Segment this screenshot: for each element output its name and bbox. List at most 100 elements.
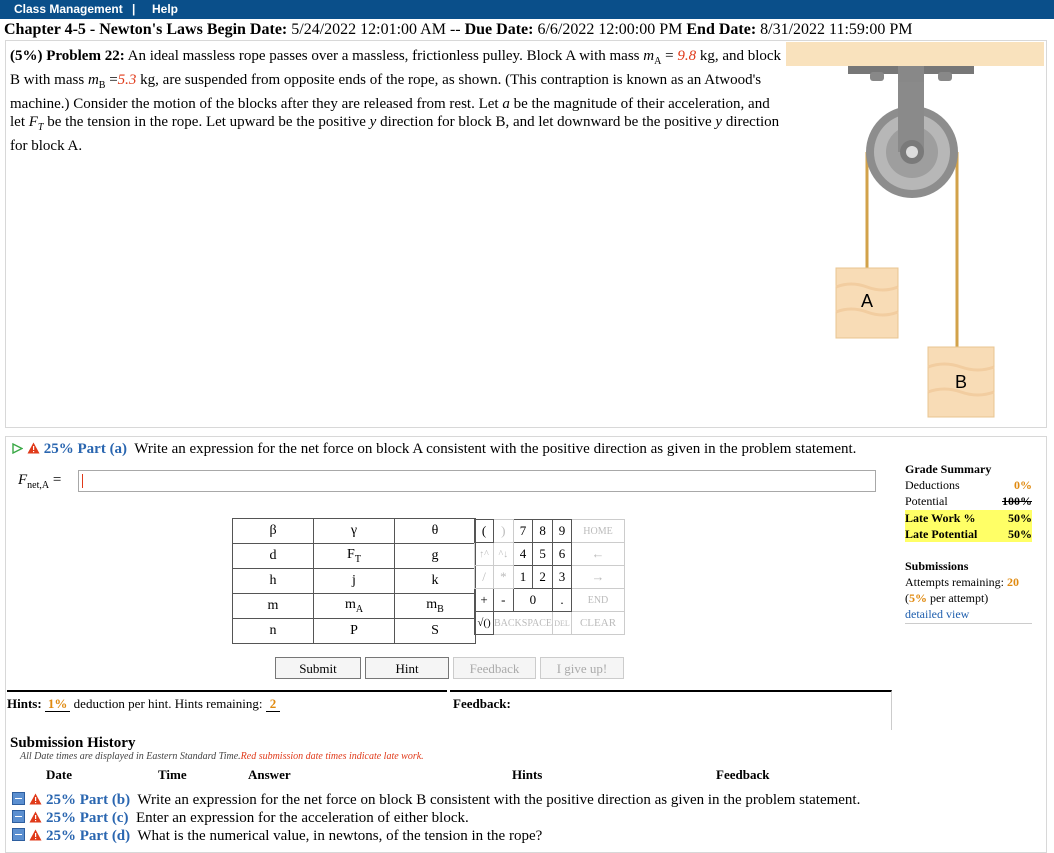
key-up[interactable]: ↑^ [474,542,494,566]
answer-label-sub: net,A [27,480,50,491]
part-d-header[interactable]: 25% Part (d) What is the numerical value… [12,827,542,845]
deductions-label: Deductions [905,478,960,492]
key-1[interactable]: 1 [512,565,534,589]
late-work-label: Late Work % [905,511,976,525]
date-separator: -- [449,21,461,38]
part-c-header[interactable]: 25% Part (c) Enter an expression for the… [12,809,469,827]
key-g[interactable]: g [394,543,476,569]
key-7[interactable]: 7 [512,519,534,543]
key-end[interactable]: END [571,588,625,612]
problem-statement: (5%) Problem 22: An ideal massless rope … [10,47,785,155]
key-5[interactable]: 5 [532,542,553,566]
end-date: 8/31/2022 11:59:00 PM [760,21,913,38]
key-right[interactable]: → [571,565,625,589]
key-ma-sub: A [355,603,364,615]
numeric-keypad: ( ) 7 8 9 HOME ↑^ ^↓ 4 5 6 ← / * 1 2 3 →… [474,519,625,635]
collapse-icon[interactable] [12,810,25,823]
key-updown[interactable]: ^↓ [493,542,514,566]
key-mb[interactable]: mB [394,593,476,619]
mass-b-value: 5.3 [117,72,137,88]
due-label: Due Date: [464,21,534,38]
key-d[interactable]: d [232,543,314,569]
key-theta[interactable]: θ [394,518,476,544]
class-management-link[interactable]: Class Management [14,2,123,16]
key-gamma[interactable]: γ [313,518,395,544]
hints-label: Hints: [7,696,42,711]
col-time: Time [158,767,187,782]
key-s[interactable]: S [394,618,476,644]
collapse-icon[interactable] [12,828,25,841]
key-beta[interactable]: β [232,518,314,544]
key-h[interactable]: h [232,568,314,594]
key-paren-close[interactable]: ) [493,519,514,543]
chapter-name: Chapter 4-5 - Newton's Laws [4,21,203,38]
key-slash[interactable]: / [474,565,494,589]
col-hints: Hints [512,767,543,782]
key-home[interactable]: HOME [571,519,625,543]
warning-icon [27,442,40,454]
problem-text-6: direction for block B, and let downward … [376,114,716,130]
key-3[interactable]: 3 [552,565,572,589]
key-4[interactable]: 4 [512,542,534,566]
nav-separator: | [132,2,136,16]
history-note-timezone: All Date times are displayed in Eastern … [20,751,241,762]
key-6[interactable]: 6 [552,542,572,566]
top-nav-bar: Class Management | Help [0,0,1054,19]
feedback-button[interactable]: Feedback [453,657,536,679]
col-date: Date [46,767,72,782]
key-k[interactable]: k [394,568,476,594]
key-plus[interactable]: + [474,588,494,612]
hint-button[interactable]: Hint [365,657,449,679]
help-link[interactable]: Help [152,2,178,16]
hints-text: deduction per hint. Hints remaining: [70,696,266,711]
part-b-percent: 25% Part (b) [46,792,131,808]
problem-text-1: An ideal massless rope passes over a mas… [127,48,644,64]
detailed-view-link[interactable]: detailed view [905,606,1032,624]
key-backspace[interactable]: BACKSPACE [493,611,553,635]
collapse-icon[interactable] [12,792,25,805]
hints-area: Hints: 1% deduction per hint. Hints rema… [7,690,447,712]
key-j[interactable]: j [313,568,395,594]
key-9[interactable]: 9 [552,519,572,543]
key-p[interactable]: P [313,618,395,644]
expand-arrow-icon[interactable] [12,442,24,455]
give-up-button[interactable]: I give up! [540,657,624,679]
late-potential-label: Late Potential [905,527,978,541]
key-ft-main: F [347,547,355,563]
late-work-value: 50% [1008,511,1032,525]
mass-a-symbol: m [643,48,655,64]
key-star[interactable]: * [493,565,514,589]
key-2[interactable]: 2 [532,565,553,589]
key-n[interactable]: n [232,618,314,644]
key-0[interactable]: 0 [512,588,554,612]
key-left[interactable]: ← [571,542,625,566]
chapter-header: Chapter 4-5 - Newton's Laws Begin Date: … [4,21,912,39]
answer-label-f: F [18,472,28,488]
key-sqrt[interactable]: √() [474,611,494,635]
part-b-text: Write an expression for the net force on… [137,792,861,808]
key-paren-open[interactable]: ( [474,519,494,543]
key-clear[interactable]: CLEAR [571,611,625,635]
warning-icon [29,793,42,805]
part-d-text: What is the numerical value, in newtons,… [137,828,543,844]
part-c-percent: 25% Part (c) [46,810,129,826]
part-a-text: Write an expression for the net force on… [134,441,857,457]
key-dot[interactable]: . [552,588,572,612]
part-a-header: 25% Part (a) Write an expression for the… [12,441,856,458]
answer-input[interactable] [78,470,876,492]
key-del[interactable]: DEL [552,611,572,635]
part-b-header[interactable]: 25% Part (b) Write an expression for the… [12,791,860,809]
per-attempt-label: per attempt) [927,591,989,605]
equals-b: = [105,72,118,88]
key-ft[interactable]: FT [313,543,395,569]
col-feedback: Feedback [716,767,770,782]
submit-button[interactable]: Submit [275,657,361,679]
block-b-label: B [955,372,967,392]
problem-text-5: be the tension in the rope. Let upward b… [43,114,370,130]
key-8[interactable]: 8 [532,519,553,543]
attempts-label: Attempts remaining: [905,575,1004,589]
key-ma[interactable]: mA [313,593,395,619]
key-m[interactable]: m [232,593,314,619]
tension-symbol: F [28,114,38,130]
key-minus[interactable]: - [493,588,514,612]
